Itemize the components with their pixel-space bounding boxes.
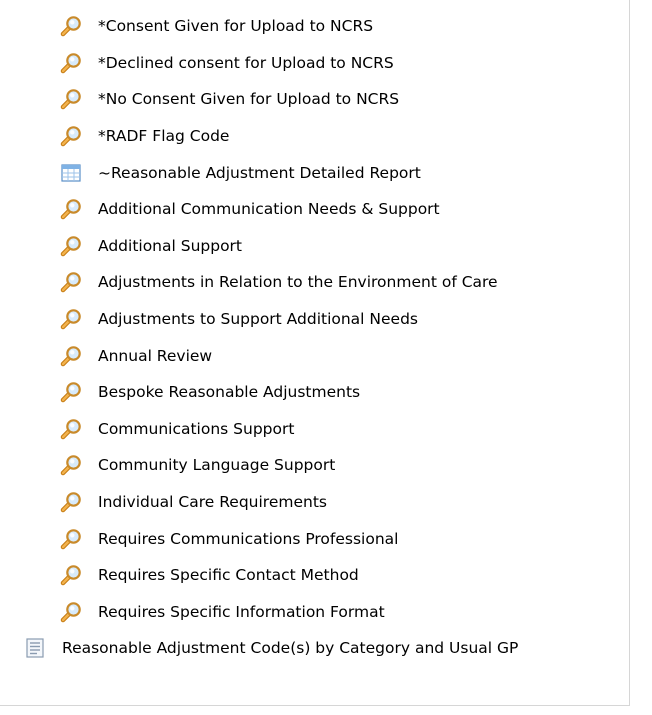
tree-item-label: Requires Communications Professional <box>98 529 399 548</box>
magnifier-icon <box>60 454 82 476</box>
tree-item[interactable]: Community Language Support <box>0 447 518 484</box>
tree-item-label: Requires Specific Information Format <box>98 602 385 621</box>
tree-item-label: Community Language Support <box>98 456 336 475</box>
report-tree-panel: *Consent Given for Upload to NCRS *Decli… <box>0 0 630 706</box>
tree-item-label: *Declined consent for Upload to NCRS <box>98 53 394 72</box>
tree-item-label: Adjustments to Support Additional Needs <box>98 310 418 329</box>
tree-item[interactable]: ~Reasonable Adjustment Detailed Report <box>0 154 518 191</box>
magnifier-icon <box>60 528 82 550</box>
table-icon <box>60 162 82 184</box>
tree-item[interactable]: Individual Care Requirements <box>0 484 518 521</box>
magnifier-icon <box>60 88 82 110</box>
tree-item[interactable]: *Declined consent for Upload to NCRS <box>0 45 518 82</box>
tree-item-label: Annual Review <box>98 346 213 365</box>
tree-item[interactable]: Additional Support <box>0 228 518 265</box>
tree-item-root[interactable]: Reasonable Adjustment Code(s) by Categor… <box>0 630 518 667</box>
magnifier-icon <box>60 271 82 293</box>
tree-item-label: Reasonable Adjustment Code(s) by Categor… <box>62 639 519 658</box>
magnifier-icon <box>60 381 82 403</box>
magnifier-icon <box>60 345 82 367</box>
magnifier-icon <box>60 418 82 440</box>
magnifier-icon <box>60 198 82 220</box>
tree-item[interactable]: Requires Communications Professional <box>0 520 518 557</box>
tree-item-label: Additional Support <box>98 236 243 255</box>
magnifier-icon <box>60 491 82 513</box>
magnifier-icon <box>60 235 82 257</box>
tree-item[interactable]: Requires Specific Contact Method <box>0 557 518 594</box>
tree-item-label: *RADF Flag Code <box>98 127 230 146</box>
magnifier-icon <box>60 52 82 74</box>
tree-item-label: Additional Communication Needs & Support <box>98 200 440 219</box>
tree-item-label: Bespoke Reasonable Adjustments <box>98 383 361 402</box>
tree-item[interactable]: *Consent Given for Upload to NCRS <box>0 8 518 45</box>
tree-item-label: Communications Support <box>98 419 295 438</box>
tree-item-label: Requires Specific Contact Method <box>98 566 359 585</box>
tree-item[interactable]: Bespoke Reasonable Adjustments <box>0 374 518 411</box>
report-tree: *Consent Given for Upload to NCRS *Decli… <box>0 8 518 667</box>
tree-item-label: Adjustments in Relation to the Environme… <box>98 273 498 292</box>
magnifier-icon <box>60 308 82 330</box>
tree-item[interactable]: *No Consent Given for Upload to NCRS <box>0 81 518 118</box>
tree-item[interactable]: Additional Communication Needs & Support <box>0 191 518 228</box>
magnifier-icon <box>60 15 82 37</box>
tree-item[interactable]: Annual Review <box>0 337 518 374</box>
tree-item[interactable]: *RADF Flag Code <box>0 118 518 155</box>
tree-item[interactable]: Communications Support <box>0 411 518 448</box>
tree-item[interactable]: Adjustments to Support Additional Needs <box>0 301 518 338</box>
tree-item-label: *Consent Given for Upload to NCRS <box>98 17 374 36</box>
tree-item[interactable]: Adjustments in Relation to the Environme… <box>0 264 518 301</box>
report-icon <box>24 637 46 659</box>
tree-item-label: *No Consent Given for Upload to NCRS <box>98 90 400 109</box>
magnifier-icon <box>60 601 82 623</box>
magnifier-icon <box>60 125 82 147</box>
tree-item[interactable]: Requires Specific Information Format <box>0 594 518 631</box>
magnifier-icon <box>60 564 82 586</box>
tree-item-label: Individual Care Requirements <box>98 493 327 512</box>
tree-item-label: ~Reasonable Adjustment Detailed Report <box>98 163 421 182</box>
